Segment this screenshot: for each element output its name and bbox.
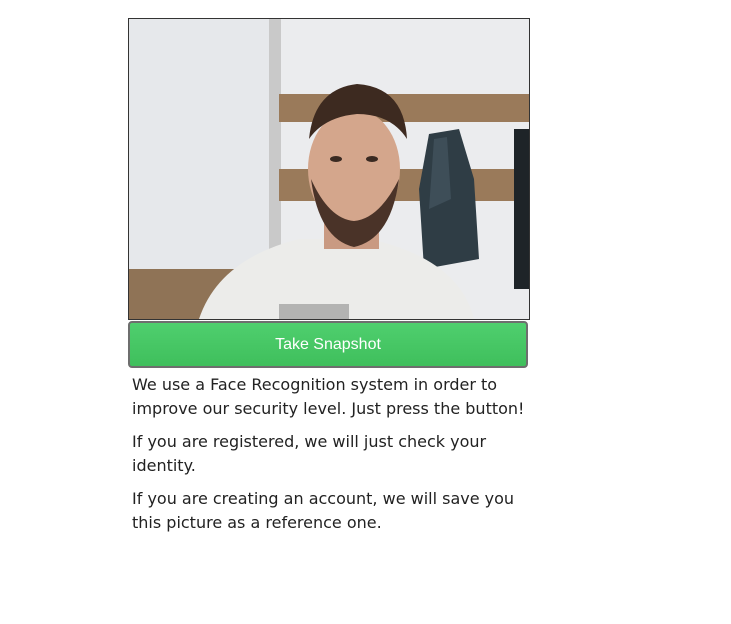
info-paragraph-creating-account: If you are creating an account, we will … xyxy=(132,489,515,532)
take-snapshot-button[interactable]: Take Snapshot xyxy=(128,321,528,368)
webcam-preview xyxy=(128,18,530,320)
info-paragraph-face-recognition: We use a Face Recognition system in orde… xyxy=(132,375,525,418)
info-text: We use a Face Recognition system in orde… xyxy=(132,373,527,544)
webcam-image xyxy=(129,19,529,319)
info-paragraph-registered: If you are registered, we will just chec… xyxy=(132,432,487,475)
